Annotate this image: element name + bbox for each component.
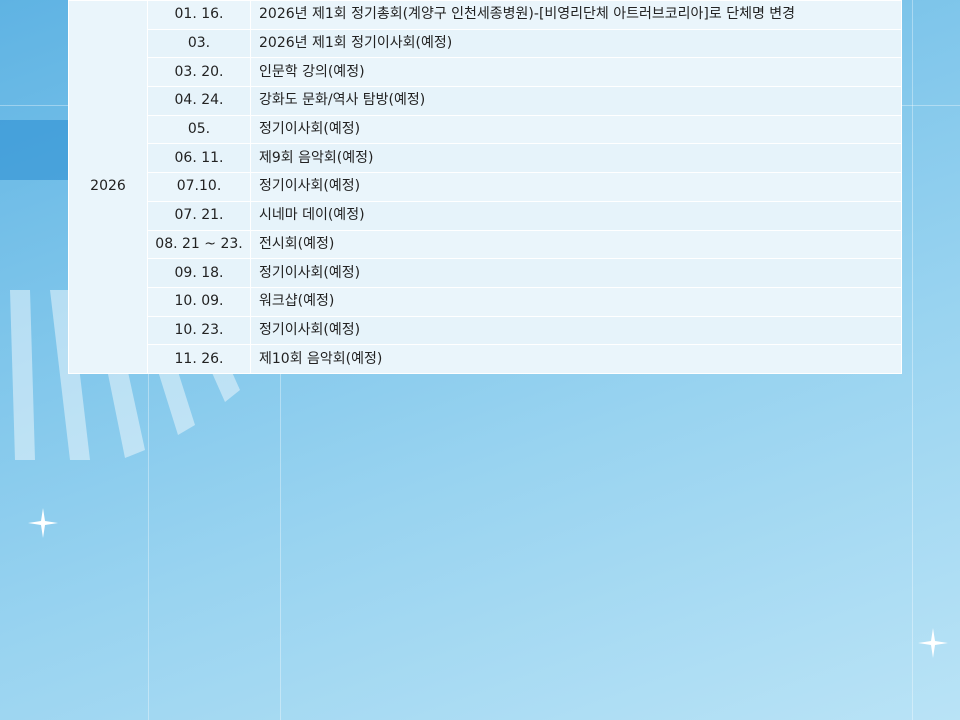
date-cell: 10. 09. (147, 286, 251, 317)
date-cell: 05. (147, 114, 251, 145)
date-cell: 06. 11. (147, 143, 251, 174)
sparkle-icon (918, 628, 948, 658)
date-cell: 11. 26. (147, 344, 251, 374)
background-line (912, 0, 913, 720)
table-row: 07. 21. 시네마 데이(예정) (69, 200, 902, 231)
event-cell: 정기이사회(예정) (250, 315, 902, 346)
event-cell: 2026년 제1회 정기총회(계양구 인천세종병원)-[비영리단체 아트러브코리… (250, 0, 902, 30)
background-panel (0, 120, 70, 180)
year-cell: 2026 (68, 0, 148, 374)
sparkle-icon (28, 508, 58, 538)
event-cell: 제10회 음악회(예정) (250, 344, 902, 374)
table-row: 10. 23. 정기이사회(예정) (69, 315, 902, 346)
table-row: 11. 26. 제10회 음악회(예정) (69, 344, 902, 374)
date-cell: 08. 21 ~ 23. (147, 229, 251, 260)
table-row: 2026 01. 16. 2026년 제1회 정기총회(계양구 인천세종병원)-[비… (68, 0, 902, 374)
event-cell: 인문학 강의(예정) (250, 57, 902, 88)
table-row: 08. 21 ~ 23. 전시회(예정) (69, 229, 902, 260)
event-cell: 전시회(예정) (250, 229, 902, 260)
schedule-body: 2026 01. 16. 2026년 제1회 정기총회(계양구 인천세종병원)-[비… (68, 0, 902, 374)
event-cell: 2026년 제1회 정기이사회(예정) (250, 28, 902, 59)
event-cell: 정기이사회(예정) (250, 172, 902, 202)
table-row: 07.10. 정기이사회(예정) (69, 172, 902, 202)
table-row: 04. 24. 강화도 문화/역사 탐방(예정) (69, 86, 902, 116)
schedule-table: 2026 01. 16. 2026년 제1회 정기총회(계양구 인천세종병원)-[비… (68, 0, 902, 374)
event-cell: 강화도 문화/역사 탐방(예정) (250, 86, 902, 116)
event-cell: 정기이사회(예정) (250, 258, 902, 288)
table-row: 06. 11. 제9회 음악회(예정) (69, 143, 902, 174)
event-cell: 정기이사회(예정) (250, 114, 902, 145)
event-cell: 제9회 음악회(예정) (250, 143, 902, 174)
date-cell: 09. 18. (147, 258, 251, 288)
date-cell: 01. 16. (147, 0, 251, 30)
date-cell: 10. 23. (147, 315, 251, 346)
event-cell: 시네마 데이(예정) (250, 200, 902, 231)
date-cell: 03. (147, 28, 251, 59)
event-cell: 워크샵(예정) (250, 286, 902, 317)
table-row: 10. 09. 워크샵(예정) (69, 286, 902, 317)
date-cell: 07. 21. (147, 200, 251, 231)
table-row: 03. 20. 인문학 강의(예정) (69, 57, 902, 88)
date-cell: 03. 20. (147, 57, 251, 88)
date-cell: 07.10. (147, 172, 251, 202)
table-row: 03. 2026년 제1회 정기이사회(예정) (69, 28, 902, 59)
date-cell: 04. 24. (147, 86, 251, 116)
table-row: 09. 18. 정기이사회(예정) (69, 258, 902, 288)
table-row: 05. 정기이사회(예정) (69, 114, 902, 145)
